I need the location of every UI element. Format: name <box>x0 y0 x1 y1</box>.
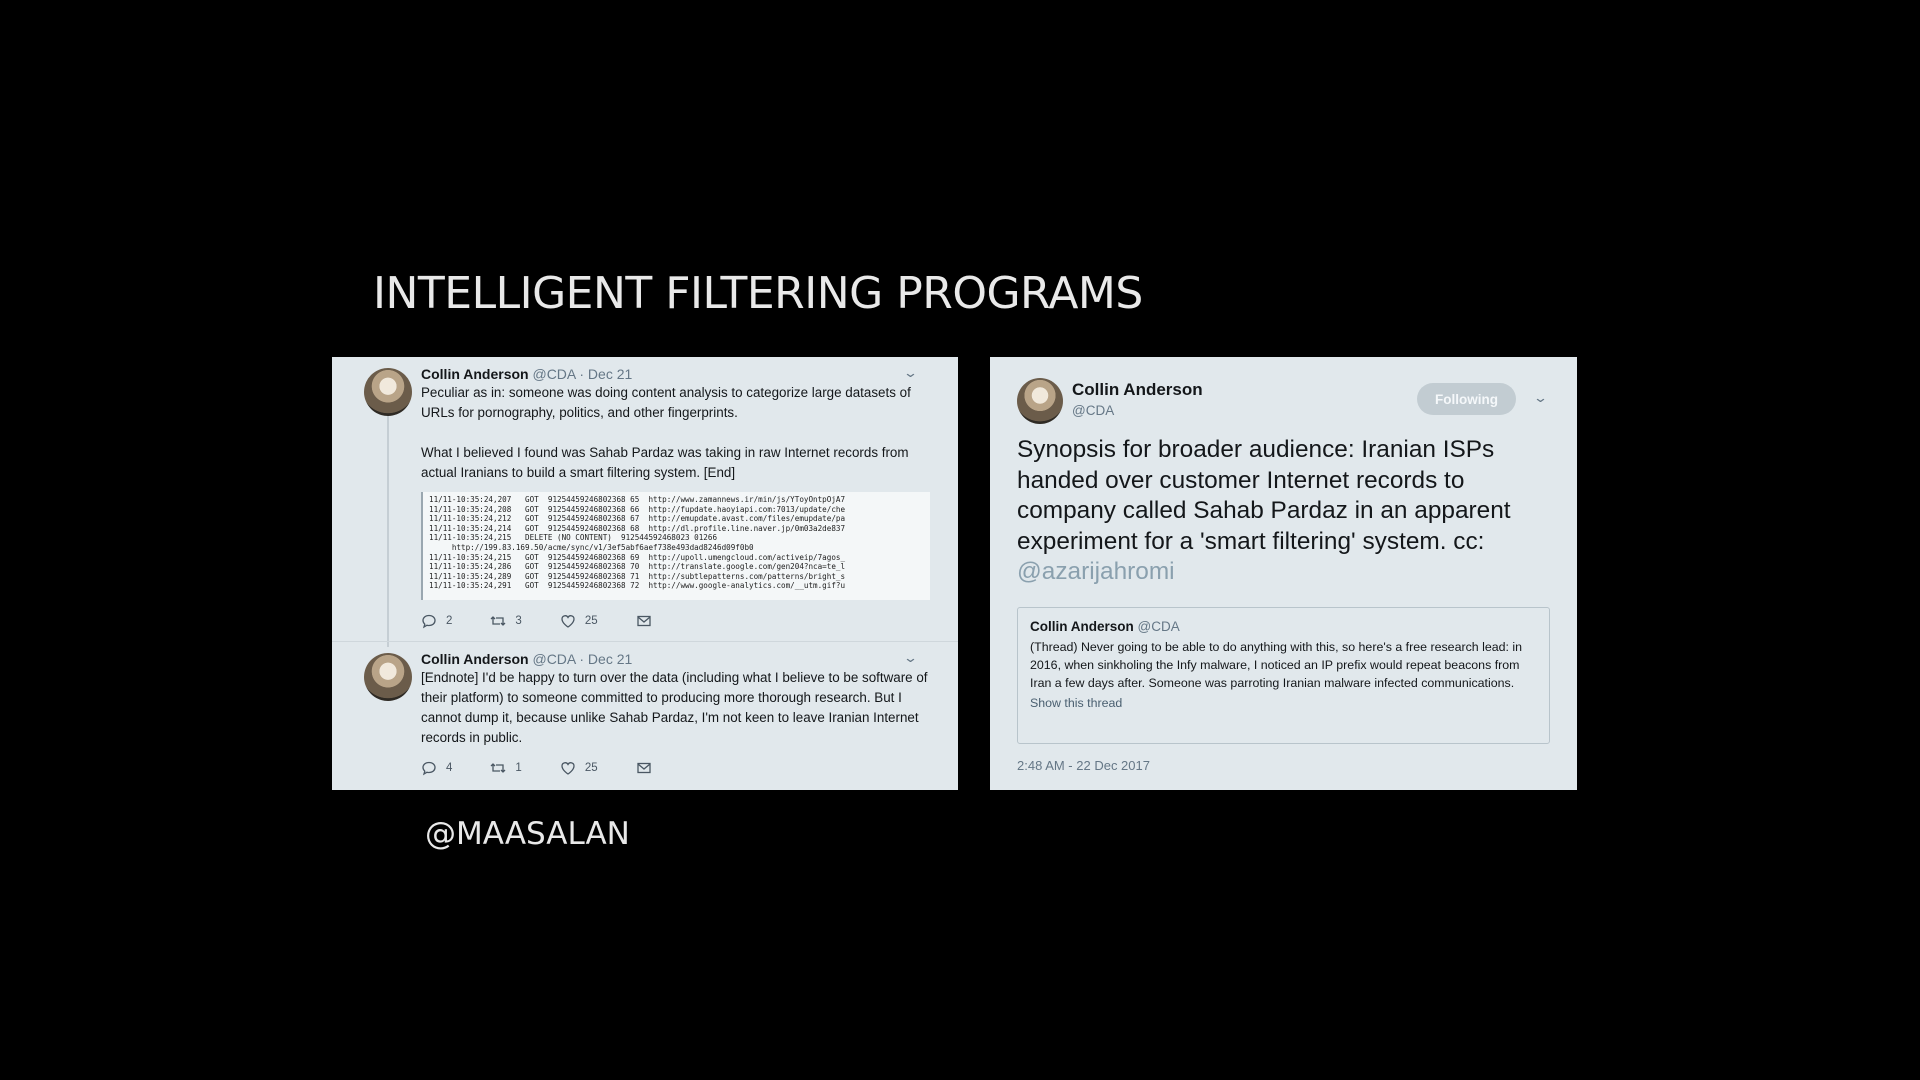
quote-author-handle: @CDA <box>1137 619 1180 634</box>
reply-icon <box>422 614 436 629</box>
heart-icon <box>561 762 575 775</box>
tweet-actions: 4 1 25 <box>421 760 690 776</box>
reply-button[interactable]: 4 <box>421 760 452 776</box>
envelope-icon <box>636 762 651 774</box>
tweet-actions: 2 3 25 <box>421 613 690 629</box>
chevron-down-icon[interactable]: ⌄ <box>1533 390 1548 406</box>
tweet-header: Collin Anderson @CDA · Dec 21 <box>421 366 632 382</box>
tweet-paragraph: What I believed I found was Sahab Pardaz… <box>421 445 909 480</box>
retweet-icon <box>490 616 506 626</box>
reply-count: 4 <box>446 762 453 774</box>
following-button[interactable]: Following <box>1417 383 1516 415</box>
show-thread-link[interactable]: Show this thread <box>1030 696 1537 710</box>
tweet-text: [Endnote] I'd be happy to turn over the … <box>421 670 928 745</box>
envelope-icon <box>636 615 651 627</box>
reply-count: 2 <box>446 615 453 627</box>
avatar[interactable] <box>1017 378 1063 424</box>
like-button[interactable]: 25 <box>560 613 598 629</box>
mention-link[interactable]: @azarijahromi <box>1017 558 1175 585</box>
quote-text: (Thread) Never going to be able to do an… <box>1030 640 1523 690</box>
tweet-body: Synopsis for broader audience: Iranian I… <box>1017 436 1511 555</box>
quote-author-name: Collin Anderson <box>1030 619 1134 634</box>
chevron-down-icon[interactable]: ⌄ <box>903 365 918 381</box>
like-count: 25 <box>584 762 598 774</box>
divider <box>332 641 958 642</box>
chevron-down-icon[interactable]: ⌄ <box>903 650 918 666</box>
author-name[interactable]: Collin Anderson <box>421 651 529 667</box>
author-meta[interactable]: @CDA · Dec 21 <box>532 651 632 667</box>
like-button[interactable]: 25 <box>560 760 598 776</box>
quoted-tweet[interactable]: Collin Anderson @CDA (Thread) Never goin… <box>1017 607 1550 744</box>
avatar[interactable] <box>364 653 412 701</box>
retweet-icon <box>490 763 506 773</box>
author-meta[interactable]: @CDA · Dec 21 <box>532 366 632 382</box>
retweet-count: 3 <box>515 615 522 627</box>
author-name[interactable]: Collin Anderson <box>421 366 529 382</box>
dm-button[interactable] <box>636 613 652 629</box>
presenter-handle: @MAASALAN <box>425 816 630 852</box>
like-count: 25 <box>584 615 598 627</box>
retweet-button[interactable]: 1 <box>490 760 522 776</box>
quote-header: Collin Anderson @CDA <box>1030 619 1537 634</box>
tweet-timestamp[interactable]: 2:48 AM - 22 Dec 2017 <box>1017 758 1150 773</box>
tweet-header: Collin Anderson @CDA · Dec 21 <box>421 651 632 667</box>
tweet-card: Collin Anderson @CDA Following ⌄ Synopsi… <box>990 357 1577 790</box>
dm-button[interactable] <box>636 760 652 776</box>
author-handle[interactable]: @CDA <box>1072 403 1114 418</box>
thread-card: Collin Anderson @CDA · Dec 21 ⌄ Peculiar… <box>332 357 958 790</box>
author-name[interactable]: Collin Anderson <box>1072 380 1203 400</box>
tweet-paragraph: Peculiar as in: someone was doing conten… <box>421 385 911 420</box>
retweet-button[interactable]: 3 <box>490 613 522 629</box>
tweet-text: Peculiar as in: someone was doing conten… <box>421 383 931 483</box>
retweet-count: 1 <box>515 762 522 774</box>
reply-button[interactable]: 2 <box>421 613 452 629</box>
slide-title: INTELLIGENT FILTERING PROGRAMS <box>373 268 1143 319</box>
avatar[interactable] <box>364 368 412 416</box>
reply-icon <box>422 761 436 776</box>
log-screenshot[interactable]: 11/11-10:35:24,207 GOT 91254459246802368… <box>421 492 930 600</box>
tweet-text: Synopsis for broader audience: Iranian I… <box>1017 435 1567 588</box>
thread-connector <box>387 415 389 647</box>
heart-icon <box>561 615 575 628</box>
